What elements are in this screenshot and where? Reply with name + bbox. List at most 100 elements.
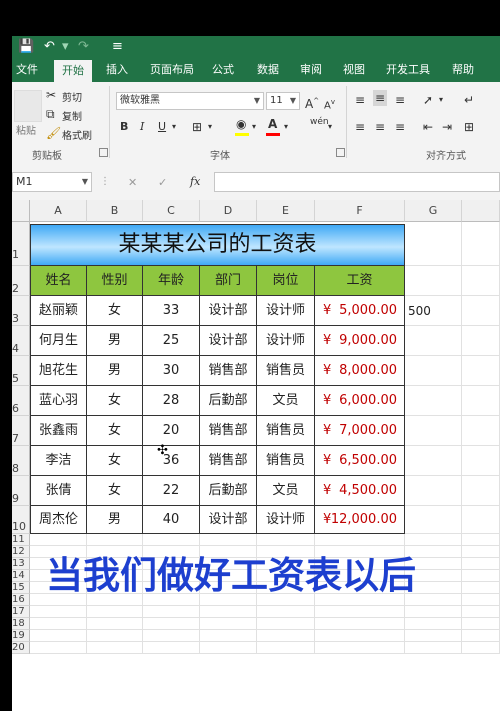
empty-cell[interactable] bbox=[87, 606, 143, 618]
empty-cell[interactable] bbox=[462, 446, 500, 476]
empty-cell[interactable] bbox=[257, 630, 315, 642]
column-header-cell[interactable]: 姓名 bbox=[30, 266, 87, 296]
table-cell[interactable]: 后勤部 bbox=[200, 386, 257, 416]
table-cell[interactable]: 张鑫雨 bbox=[30, 416, 87, 446]
formula-input[interactable] bbox=[214, 172, 500, 192]
empty-cell[interactable] bbox=[462, 534, 500, 546]
table-cell[interactable]: 销售部 bbox=[200, 356, 257, 386]
copy-icon[interactable]: ⧉ bbox=[46, 106, 55, 122]
table-cell[interactable]: 销售部 bbox=[200, 446, 257, 476]
name-box[interactable]: M1 ▼ bbox=[12, 172, 92, 192]
table-cell[interactable]: 女 bbox=[87, 446, 143, 476]
fill-color-icon[interactable]: ◉ bbox=[236, 116, 246, 132]
table-cell[interactable]: 周杰伦 bbox=[30, 506, 87, 534]
cancel-icon[interactable]: ✕ bbox=[128, 176, 137, 189]
salary-cell[interactable]: ¥5,000.00 bbox=[315, 296, 405, 326]
empty-cell[interactable] bbox=[462, 476, 500, 506]
row-header[interactable]: 16 bbox=[12, 594, 30, 606]
empty-cell[interactable] bbox=[87, 642, 143, 654]
table-cell[interactable]: 男 bbox=[87, 506, 143, 534]
salary-cell[interactable]: ¥7,000.00 bbox=[315, 416, 405, 446]
sheet-title[interactable]: 某某某公司的工资表 bbox=[30, 224, 405, 266]
empty-cell[interactable] bbox=[462, 570, 500, 582]
empty-cell[interactable] bbox=[462, 266, 500, 296]
font-color-dropdown-icon[interactable]: ▾ bbox=[284, 119, 288, 135]
merge-center-icon[interactable]: ⊞ bbox=[464, 119, 474, 135]
align-bottom-icon[interactable]: ≡ bbox=[395, 92, 405, 108]
tab-insert[interactable]: 插入 bbox=[106, 58, 128, 82]
tab-file[interactable]: 文件 bbox=[16, 58, 38, 82]
empty-cell[interactable] bbox=[405, 356, 462, 386]
row-header[interactable]: 12 bbox=[12, 546, 30, 558]
empty-cell[interactable] bbox=[315, 642, 405, 654]
table-cell[interactable]: 销售部 bbox=[200, 416, 257, 446]
table-cell[interactable]: 李洁 bbox=[30, 446, 87, 476]
empty-cell[interactable] bbox=[462, 326, 500, 356]
column-header-d[interactable]: D bbox=[200, 200, 257, 222]
salary-cell[interactable]: ¥6,500.00 bbox=[315, 446, 405, 476]
row-header[interactable]: 5 bbox=[12, 356, 30, 386]
empty-cell[interactable] bbox=[30, 618, 87, 630]
empty-cell[interactable] bbox=[405, 618, 462, 630]
cut-icon[interactable]: ✂ bbox=[46, 87, 56, 103]
column-header-cell[interactable]: 部门 bbox=[200, 266, 257, 296]
empty-cell[interactable] bbox=[405, 416, 462, 446]
align-right-icon[interactable]: ≡ bbox=[395, 119, 405, 135]
row-header[interactable]: 19 bbox=[12, 630, 30, 642]
empty-cell[interactable] bbox=[143, 606, 200, 618]
salary-cell[interactable]: ¥8,000.00 bbox=[315, 356, 405, 386]
empty-cell[interactable] bbox=[257, 606, 315, 618]
empty-cell[interactable] bbox=[405, 476, 462, 506]
table-cell[interactable]: 20 bbox=[143, 416, 200, 446]
empty-cell[interactable] bbox=[462, 558, 500, 570]
empty-cell[interactable] bbox=[257, 642, 315, 654]
empty-cell[interactable] bbox=[462, 618, 500, 630]
row-header[interactable]: 15 bbox=[12, 582, 30, 594]
enter-icon[interactable]: ✓ bbox=[158, 176, 167, 189]
row-header[interactable]: 1 bbox=[12, 222, 30, 266]
tab-review[interactable]: 审阅 bbox=[300, 58, 322, 82]
salary-cell[interactable]: ¥4,500.00 bbox=[315, 476, 405, 506]
empty-cell[interactable] bbox=[405, 506, 462, 534]
select-all-corner[interactable] bbox=[12, 200, 30, 222]
row-header[interactable]: 8 bbox=[12, 446, 30, 476]
row-header[interactable]: 7 bbox=[12, 416, 30, 446]
empty-cell[interactable] bbox=[405, 222, 462, 266]
row-header[interactable]: 17 bbox=[12, 606, 30, 618]
empty-cell[interactable] bbox=[315, 618, 405, 630]
row-header[interactable]: 3 bbox=[12, 296, 30, 326]
border-dropdown-icon[interactable]: ▾ bbox=[208, 119, 212, 135]
table-cell[interactable]: 女 bbox=[87, 296, 143, 326]
empty-cell[interactable] bbox=[30, 630, 87, 642]
salary-cell[interactable]: ¥6,000.00 bbox=[315, 386, 405, 416]
empty-cell[interactable] bbox=[462, 606, 500, 618]
empty-cell[interactable] bbox=[143, 630, 200, 642]
empty-cell[interactable] bbox=[405, 266, 462, 296]
empty-cell[interactable] bbox=[143, 642, 200, 654]
tab-page-layout[interactable]: 页面布局 bbox=[150, 58, 194, 82]
empty-cell[interactable] bbox=[462, 296, 500, 326]
empty-cell[interactable] bbox=[462, 642, 500, 654]
table-cell[interactable]: 男 bbox=[87, 356, 143, 386]
table-cell[interactable]: 文员 bbox=[257, 386, 315, 416]
table-cell[interactable]: 22 bbox=[143, 476, 200, 506]
bold-button[interactable]: B bbox=[120, 119, 128, 135]
empty-cell[interactable] bbox=[30, 642, 87, 654]
table-cell[interactable]: 36 bbox=[143, 446, 200, 476]
table-cell[interactable]: 设计师 bbox=[257, 296, 315, 326]
font-name-select[interactable]: 微软雅黑 ▼ bbox=[116, 92, 264, 110]
empty-cell[interactable] bbox=[87, 630, 143, 642]
cut-button[interactable]: 剪切 bbox=[62, 89, 82, 104]
phonetic-guide-button[interactable]: wén bbox=[310, 117, 329, 127]
column-header-g[interactable]: G bbox=[405, 200, 462, 222]
table-cell[interactable]: 33 bbox=[143, 296, 200, 326]
decrease-indent-icon[interactable]: ⇤ bbox=[423, 119, 433, 135]
row-header[interactable]: 13 bbox=[12, 558, 30, 570]
copy-button[interactable]: 复制 bbox=[62, 108, 82, 123]
table-cell[interactable]: 女 bbox=[87, 476, 143, 506]
undo-dropdown-icon[interactable]: ▾ bbox=[62, 38, 69, 56]
row-header[interactable]: 20 bbox=[12, 642, 30, 654]
empty-cell[interactable] bbox=[200, 618, 257, 630]
table-cell[interactable]: 文员 bbox=[257, 476, 315, 506]
tab-help[interactable]: 帮助 bbox=[452, 58, 474, 82]
